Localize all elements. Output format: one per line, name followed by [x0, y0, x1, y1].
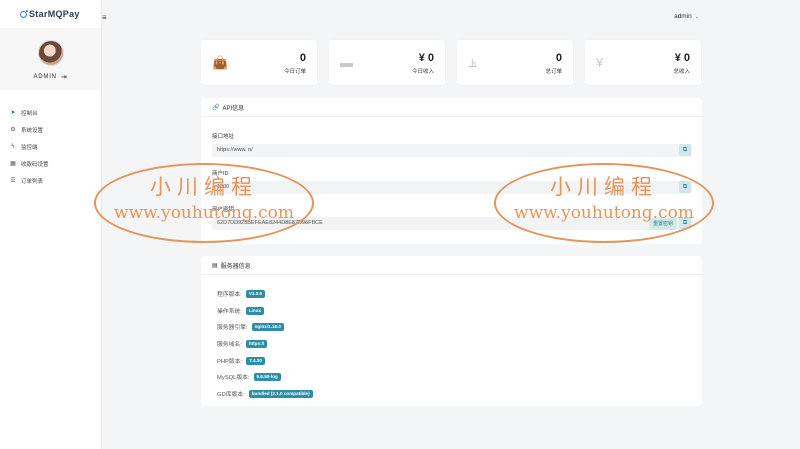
server-row-badge: bundled (2.1.0 compatible)	[248, 389, 313, 398]
sidebar-item-label: 监控端	[21, 144, 38, 151]
server-row: MySQL版本: 5.6.50-log	[217, 372, 281, 381]
watermark-cn: 小川编程	[550, 175, 658, 199]
sidebar-item-settings[interactable]: ⚙ 系统设置	[0, 121, 101, 138]
wallet-icon: ▬	[340, 55, 353, 70]
sidebar-nav: ➤ 控制台 ⚙ 系统设置 ϟ 监控端 ▦ 收款码设置 ☰ 订单列表	[0, 104, 101, 189]
admin-dropdown[interactable]: admin ⌄	[674, 13, 699, 20]
server-row: 程序版本: V1.0.0	[217, 289, 266, 298]
sidebar-item-label: 系统设置	[21, 127, 44, 134]
list-icon: ☰	[10, 178, 16, 184]
user-panel: ADMIN ⇥	[0, 28, 101, 90]
user-name: ADMIN	[33, 73, 57, 80]
sidebar: StarMQPay ADMIN ⇥ ➤ 控制台 ⚙ 系统设置 ϟ 监控端 ▦ 收…	[0, 0, 102, 449]
stat-card-today-income: ▬ ¥ 0 今日收入	[329, 40, 445, 85]
brand-logo[interactable]: StarMQPay	[0, 0, 101, 28]
api-url-field[interactable]: https://www. n/	[212, 144, 692, 157]
sidebar-item-label: 订单列表	[21, 178, 44, 185]
admin-label: admin	[674, 13, 692, 20]
sidebar-item-monitor[interactable]: ϟ 监控端	[0, 138, 101, 155]
sidebar-item-qrcode[interactable]: ▦ 收款码设置	[0, 155, 101, 172]
sidebar-item-dashboard[interactable]: ➤ 控制台	[0, 104, 101, 121]
bag-icon: 👜	[212, 55, 229, 70]
server-row-badge: https://	[245, 339, 268, 348]
chart-icon: ⫡	[468, 55, 477, 70]
server-row-badge: V1.0.0	[245, 289, 266, 298]
stat-card-today-orders: 👜 0 今日订单	[201, 40, 317, 85]
server-row: 操作系统: Linux	[217, 306, 265, 315]
server-row-badge: 5.6.50-log	[253, 372, 281, 381]
copy-url-button[interactable]: ⧉	[679, 144, 691, 156]
watermark-en: www.youhutong.com	[514, 203, 694, 223]
server-row-label: 服务器引擎:	[217, 325, 248, 331]
stat-label: 今日收入	[411, 69, 434, 75]
logout-icon[interactable]: ⇥	[61, 73, 68, 81]
server-row: GD库版本: bundled (2.1.0 compatible)	[217, 389, 313, 398]
server-row-label: 服务域名:	[217, 342, 242, 348]
api-url-label: 接口地址	[212, 134, 235, 140]
brand-name: StarMQPay	[29, 9, 80, 19]
chevron-down-icon: ⌄	[694, 14, 699, 20]
server-info-card: ▤ 服务器信息 程序版本: V1.0.0 操作系统: Linux 服务器引擎: …	[201, 256, 702, 406]
sidebar-item-orders[interactable]: ☰ 订单列表	[0, 172, 101, 189]
stat-value: 0	[299, 52, 306, 64]
sidebar-item-label: 控制台	[21, 110, 38, 117]
server-row-badge: nginx/1.18.0	[251, 322, 284, 331]
watermark-stamp: 小川编程 www.youhutong.com	[94, 163, 314, 243]
watermark-stamp: 小川编程 www.youhutong.com	[494, 163, 714, 243]
server-row-label: PHP版本:	[217, 359, 243, 365]
sidebar-item-label: 收款码设置	[21, 161, 49, 168]
stat-label: 总订单	[545, 69, 562, 75]
server-row: 服务器引擎: nginx/1.18.0	[217, 322, 284, 331]
stat-value: ¥ 0	[418, 52, 434, 64]
server-row-badge: 7.4.30	[246, 356, 265, 365]
stat-label: 总收入	[673, 69, 690, 75]
gear-icon: ⚙	[10, 127, 16, 133]
qrcode-icon: ▦	[10, 161, 16, 167]
card-title: 服务器信息	[220, 263, 251, 270]
logo-icon	[20, 9, 28, 18]
link-icon: 🔗	[212, 104, 220, 111]
stat-value: 0	[555, 52, 562, 64]
rocket-icon: ➤	[10, 110, 16, 116]
server-row-label: MySQL版本:	[217, 375, 250, 381]
server-row-label: GD库版本:	[217, 392, 245, 398]
stat-card-total-orders: ⫡ 0 总订单	[457, 40, 573, 85]
server-row-label: 程序版本:	[217, 292, 242, 298]
menu-toggle-icon[interactable]: ≡	[102, 13, 107, 22]
server-row-label: 操作系统:	[217, 309, 242, 315]
server-row-badge: Linux	[245, 306, 265, 315]
stat-value: ¥ 0	[674, 52, 690, 64]
watermark-en: www.youhutong.com	[114, 203, 294, 223]
server-row: PHP版本: 7.4.30	[217, 356, 265, 365]
yen-icon: ¥	[596, 55, 604, 70]
stat-label: 今日订单	[283, 69, 306, 75]
server-icon: ▤	[212, 262, 218, 269]
bolt-icon: ϟ	[11, 143, 15, 150]
stat-card-total-income: ¥ ¥ 0 总收入	[585, 40, 701, 85]
watermark-cn: 小川编程	[150, 175, 258, 199]
avatar	[37, 39, 64, 66]
server-row: 服务域名: https://	[217, 339, 268, 348]
card-title: API信息	[222, 105, 245, 112]
